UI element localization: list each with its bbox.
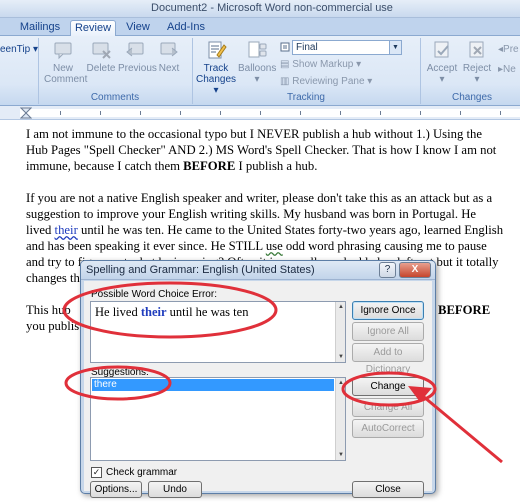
tab-view[interactable]: View: [122, 20, 154, 36]
comments-group-label: Comments: [90, 92, 140, 103]
paragraph-1: I am not immune to the occasional typo b…: [26, 127, 497, 173]
ignore-once-button[interactable]: Ignore Once: [352, 301, 424, 320]
previous-comment-icon: [126, 42, 144, 57]
display-for-review-dropdown[interactable]: Final ▼: [292, 40, 402, 55]
new-comment-button[interactable]: New Comment: [44, 39, 87, 85]
flagged-word-use[interactable]: use: [266, 239, 283, 253]
suggestion-item[interactable]: there: [92, 379, 334, 391]
window-title: Document2 - Microsoft Word non-commercia…: [151, 2, 393, 14]
reviewing-pane-button[interactable]: ▥ Reviewing Pane ▾: [280, 74, 372, 89]
balloons-icon: [248, 41, 267, 58]
tab-review[interactable]: Review: [70, 20, 116, 36]
delete-comment-icon: [92, 42, 111, 59]
horizontal-ruler[interactable]: [0, 106, 520, 120]
display-for-review-icon: [280, 42, 290, 52]
previous-change-button[interactable]: ◂Pre: [498, 42, 519, 57]
next-comment-icon: [160, 42, 178, 57]
undo-button[interactable]: Undo: [148, 481, 202, 498]
track-changes-icon: [208, 41, 227, 59]
indent-marker-icon[interactable]: [20, 107, 32, 119]
ribbon: eenTip ▾ New Comment Delete Previous Nex…: [0, 36, 520, 106]
show-markup-icon: ▤: [280, 59, 290, 70]
flagged-word-their[interactable]: their: [55, 223, 78, 237]
reviewing-pane-icon: ▥: [280, 76, 290, 87]
scroll-up-icon[interactable]: ▲: [336, 302, 346, 312]
track-changes-button[interactable]: Track Changes ▾: [196, 39, 236, 96]
suggestions-scrollbar[interactable]: ▲ ▼: [335, 378, 345, 460]
ribbon-tabs: Mailings Review View Add-Ins: [0, 18, 520, 36]
change-all-button[interactable]: Change All: [352, 398, 424, 417]
new-comment-icon: [54, 42, 72, 60]
close-button[interactable]: Close: [352, 481, 424, 498]
scroll-down-icon[interactable]: ▼: [336, 352, 346, 362]
dialog-close-x-button[interactable]: X: [399, 262, 431, 278]
error-type-label: Possible Word Choice Error:: [91, 289, 217, 300]
highlighted-word: their: [140, 305, 167, 319]
options-button[interactable]: Options...: [90, 481, 142, 498]
tab-add-ins[interactable]: Add-Ins: [162, 20, 210, 36]
tracking-group-label: Tracking: [287, 92, 325, 103]
scroll-down-icon[interactable]: ▼: [336, 450, 346, 460]
changes-group-label: Changes: [451, 92, 493, 103]
dialog-body: Possible Word Choice Error: He lived the…: [84, 281, 432, 498]
next-change-button[interactable]: ▸Ne: [498, 62, 516, 77]
chevron-down-icon: ▼: [389, 41, 401, 54]
change-button[interactable]: Change: [352, 377, 424, 396]
add-to-dictionary-button[interactable]: Add to Dictionary: [352, 343, 424, 375]
ignore-all-button[interactable]: Ignore All: [352, 322, 424, 341]
spelling-grammar-dialog: Spelling and Grammar: English (United St…: [80, 260, 436, 498]
check-grammar-checkbox[interactable]: ✓: [91, 467, 102, 478]
sentence-scrollbar[interactable]: ▲ ▼: [335, 302, 345, 362]
accept-button[interactable]: Accept ▾: [424, 39, 460, 85]
autocorrect-button[interactable]: AutoCorrect: [352, 419, 424, 438]
balloons-button[interactable]: Balloons ▾: [238, 39, 276, 85]
window-title-bar: Document2 - Microsoft Word non-commercia…: [0, 0, 520, 18]
previous-comment-button[interactable]: Previous: [118, 39, 157, 74]
sentence-textbox[interactable]: He lived their until he was ten ▲ ▼: [90, 301, 346, 363]
reject-button[interactable]: Reject ▾: [460, 39, 494, 85]
show-markup-button[interactable]: ▤ Show Markup ▾: [280, 57, 361, 72]
greentip-button[interactable]: eenTip ▾: [0, 42, 38, 57]
check-grammar-label: Check grammar: [106, 467, 178, 478]
scroll-up-icon[interactable]: ▲: [336, 378, 346, 388]
reject-icon: [469, 41, 484, 58]
next-comment-button[interactable]: Next: [154, 39, 184, 74]
suggestions-list[interactable]: there ▲ ▼: [90, 377, 346, 461]
help-button[interactable]: ?: [379, 262, 396, 278]
tab-mailings[interactable]: Mailings: [14, 20, 66, 36]
delete-comment-button[interactable]: Delete: [84, 39, 118, 74]
accept-icon: [434, 41, 449, 58]
